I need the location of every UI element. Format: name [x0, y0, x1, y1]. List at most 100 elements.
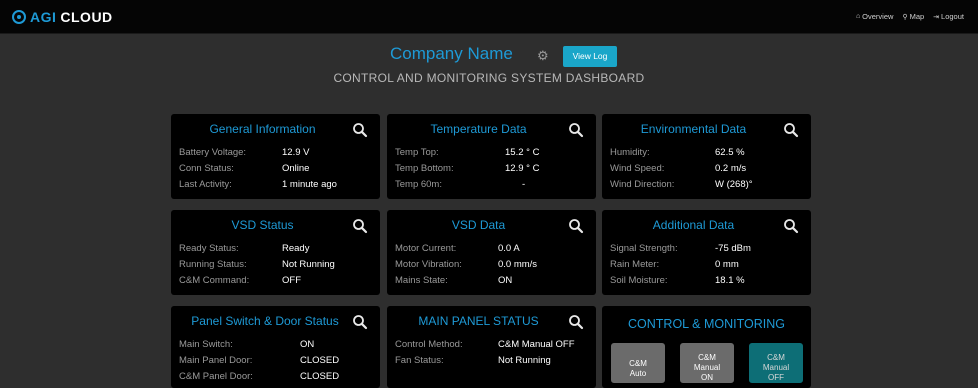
- logout-icon: ⇥: [933, 13, 940, 21]
- panel-title: Environmental Data: [640, 122, 747, 136]
- field-label: Conn Status:: [179, 163, 234, 174]
- button-line: C&M: [767, 352, 785, 362]
- panel-title: General Information: [209, 122, 316, 136]
- field-value: 0.2 m/s: [715, 163, 747, 174]
- field-label: Battery Voltage:: [179, 147, 247, 158]
- battery-voltage-row: Battery Voltage: 12.9 V: [179, 147, 372, 163]
- magnifier-icon[interactable]: [352, 122, 368, 138]
- brand-logo[interactable]: AGI CLOUD: [12, 9, 113, 25]
- button-line: C&M: [629, 358, 647, 368]
- nav-logout-label: Logout: [941, 12, 964, 21]
- field-value: 12.9 V: [282, 147, 310, 158]
- vsd-status-panel: VSD Status Ready Status: Ready Running St…: [171, 210, 380, 295]
- running-status-row: Running Status: Not Running: [179, 259, 372, 275]
- field-label: Ready Status:: [179, 243, 239, 254]
- button-line: Manual: [762, 362, 790, 372]
- brand-name-agi: AGI: [30, 9, 57, 25]
- panel-title: Panel Switch & Door Status: [191, 314, 339, 328]
- magnifier-icon[interactable]: [568, 122, 584, 138]
- magnifier-icon[interactable]: [783, 218, 799, 234]
- field-value: Not Running: [282, 259, 335, 270]
- button-line: OFF: [768, 372, 784, 382]
- field-label: Motor Vibration:: [395, 259, 462, 270]
- panel-title: MAIN PANEL STATUS: [418, 314, 539, 328]
- nav-links: ⌂ Overview ⚲ Map ⇥ Logout: [856, 12, 964, 21]
- cm-manual-off-button[interactable]: C&M Manual OFF: [749, 343, 803, 383]
- soil-moisture-row: Soil Moisture: 18.1 %: [610, 275, 803, 291]
- magnifier-icon[interactable]: [352, 218, 368, 234]
- rain-meter-row: Rain Meter: 0 mm: [610, 259, 803, 275]
- humidity-row: Humidity: 62.5 %: [610, 147, 803, 163]
- cm-command-row: C&M Command: OFF: [179, 275, 372, 291]
- magnifier-icon[interactable]: [568, 218, 584, 234]
- field-label: Signal Strength:: [610, 243, 678, 254]
- field-value: ON: [300, 339, 315, 350]
- field-value: 0 mm: [715, 259, 739, 270]
- field-label: Soil Moisture:: [610, 275, 668, 286]
- general-information-panel: General Information Battery Voltage: 12.9…: [171, 114, 380, 199]
- ready-status-row: Ready Status: Ready: [179, 243, 372, 259]
- panel-title: VSD Data: [451, 218, 506, 232]
- mains-state-row: Mains State: ON: [395, 275, 588, 291]
- field-label: Mains State:: [395, 275, 448, 286]
- signal-strength-row: Signal Strength: -75 dBm: [610, 243, 803, 259]
- field-label: Humidity:: [610, 147, 650, 158]
- home-icon: ⌂: [855, 13, 861, 20]
- main-switch-row: Main Switch: ON: [179, 339, 372, 355]
- map-pin-icon: ⚲: [902, 13, 908, 21]
- field-label: Wind Direction:: [610, 179, 675, 190]
- panel-title: Additional Data: [652, 218, 735, 232]
- field-label: Wind Speed:: [610, 163, 665, 174]
- field-value: 0.0 mm/s: [498, 259, 538, 270]
- fan-status-row: Fan Status: Not Running: [395, 355, 588, 371]
- field-value: CLOSED: [300, 355, 340, 366]
- field-value: 12.9 ° C: [505, 163, 540, 174]
- field-label: Temp Bottom:: [395, 163, 454, 174]
- field-value: ON: [498, 275, 513, 286]
- nav-logout-link[interactable]: ⇥ Logout: [933, 12, 964, 21]
- field-label: Motor Current:: [395, 243, 457, 254]
- wind-speed-row: Wind Speed: 0.2 m/s: [610, 163, 803, 179]
- field-label: Control Method:: [395, 339, 463, 350]
- magnifier-icon[interactable]: [783, 122, 799, 138]
- field-value: Online: [282, 163, 310, 174]
- field-label: Last Activity:: [179, 179, 232, 190]
- wind-direction-row: Wind Direction: W (268)°: [610, 179, 803, 195]
- temperature-data-panel: Temperature Data Temp Top: 15.2 ° C Temp …: [387, 114, 596, 199]
- cm-panel-door-row: C&M Panel Door: CLOSED: [179, 371, 372, 387]
- field-value: Not Running: [498, 355, 551, 366]
- brand-name-cloud: CLOUD: [60, 9, 113, 25]
- field-label: C&M Panel Door:: [179, 371, 253, 382]
- dashboard-subtitle: CONTROL AND MONITORING SYSTEM DASHBOARD: [333, 71, 645, 85]
- top-navbar: AGI CLOUD ⌂ Overview ⚲ Map ⇥ Logout: [0, 0, 978, 34]
- magnifier-icon[interactable]: [352, 314, 368, 330]
- field-value: 15.2 ° C: [505, 147, 540, 158]
- nav-overview-link[interactable]: ⌂ Overview: [856, 12, 894, 21]
- nav-map-link[interactable]: ⚲ Map: [902, 12, 924, 21]
- additional-data-panel: Additional Data Signal Strength: -75 dBm …: [602, 210, 811, 295]
- field-value: CLOSED: [300, 371, 340, 382]
- field-label: Main Switch:: [179, 339, 233, 350]
- field-label: Temp Top:: [395, 147, 439, 158]
- motor-current-row: Motor Current: 0.0 A: [395, 243, 588, 259]
- field-value: 62.5 %: [715, 147, 745, 158]
- control-method-row: Control Method: C&M Manual OFF: [395, 339, 588, 355]
- button-line: C&M: [698, 352, 716, 362]
- field-label: C&M Command:: [179, 275, 250, 286]
- last-activity-row: Last Activity: 1 minute ago: [179, 179, 372, 195]
- view-log-button[interactable]: View Log: [563, 46, 617, 67]
- magnifier-icon[interactable]: [568, 314, 584, 330]
- panel-switch-door-status-panel: Panel Switch & Door Status Main Switch: O…: [171, 306, 380, 388]
- field-value: 0.0 A: [498, 243, 520, 254]
- gears-icon[interactable]: ⚙: [537, 48, 549, 64]
- field-value: C&M Manual OFF: [498, 339, 575, 350]
- panel-title: VSD Status: [231, 218, 294, 232]
- field-label: Rain Meter:: [610, 259, 660, 270]
- main-panel-status-panel: MAIN PANEL STATUS Control Method: C&M Man…: [387, 306, 596, 388]
- main-panel-door-row: Main Panel Door: CLOSED: [179, 355, 372, 371]
- vsd-data-panel: VSD Data Motor Current: 0.0 A Motor Vibra…: [387, 210, 596, 295]
- cm-auto-button[interactable]: C&M Auto: [611, 343, 665, 383]
- button-line: Auto: [629, 368, 647, 378]
- cm-manual-on-button[interactable]: C&M Manual ON: [680, 343, 734, 383]
- panel-title: Temperature Data: [430, 122, 527, 136]
